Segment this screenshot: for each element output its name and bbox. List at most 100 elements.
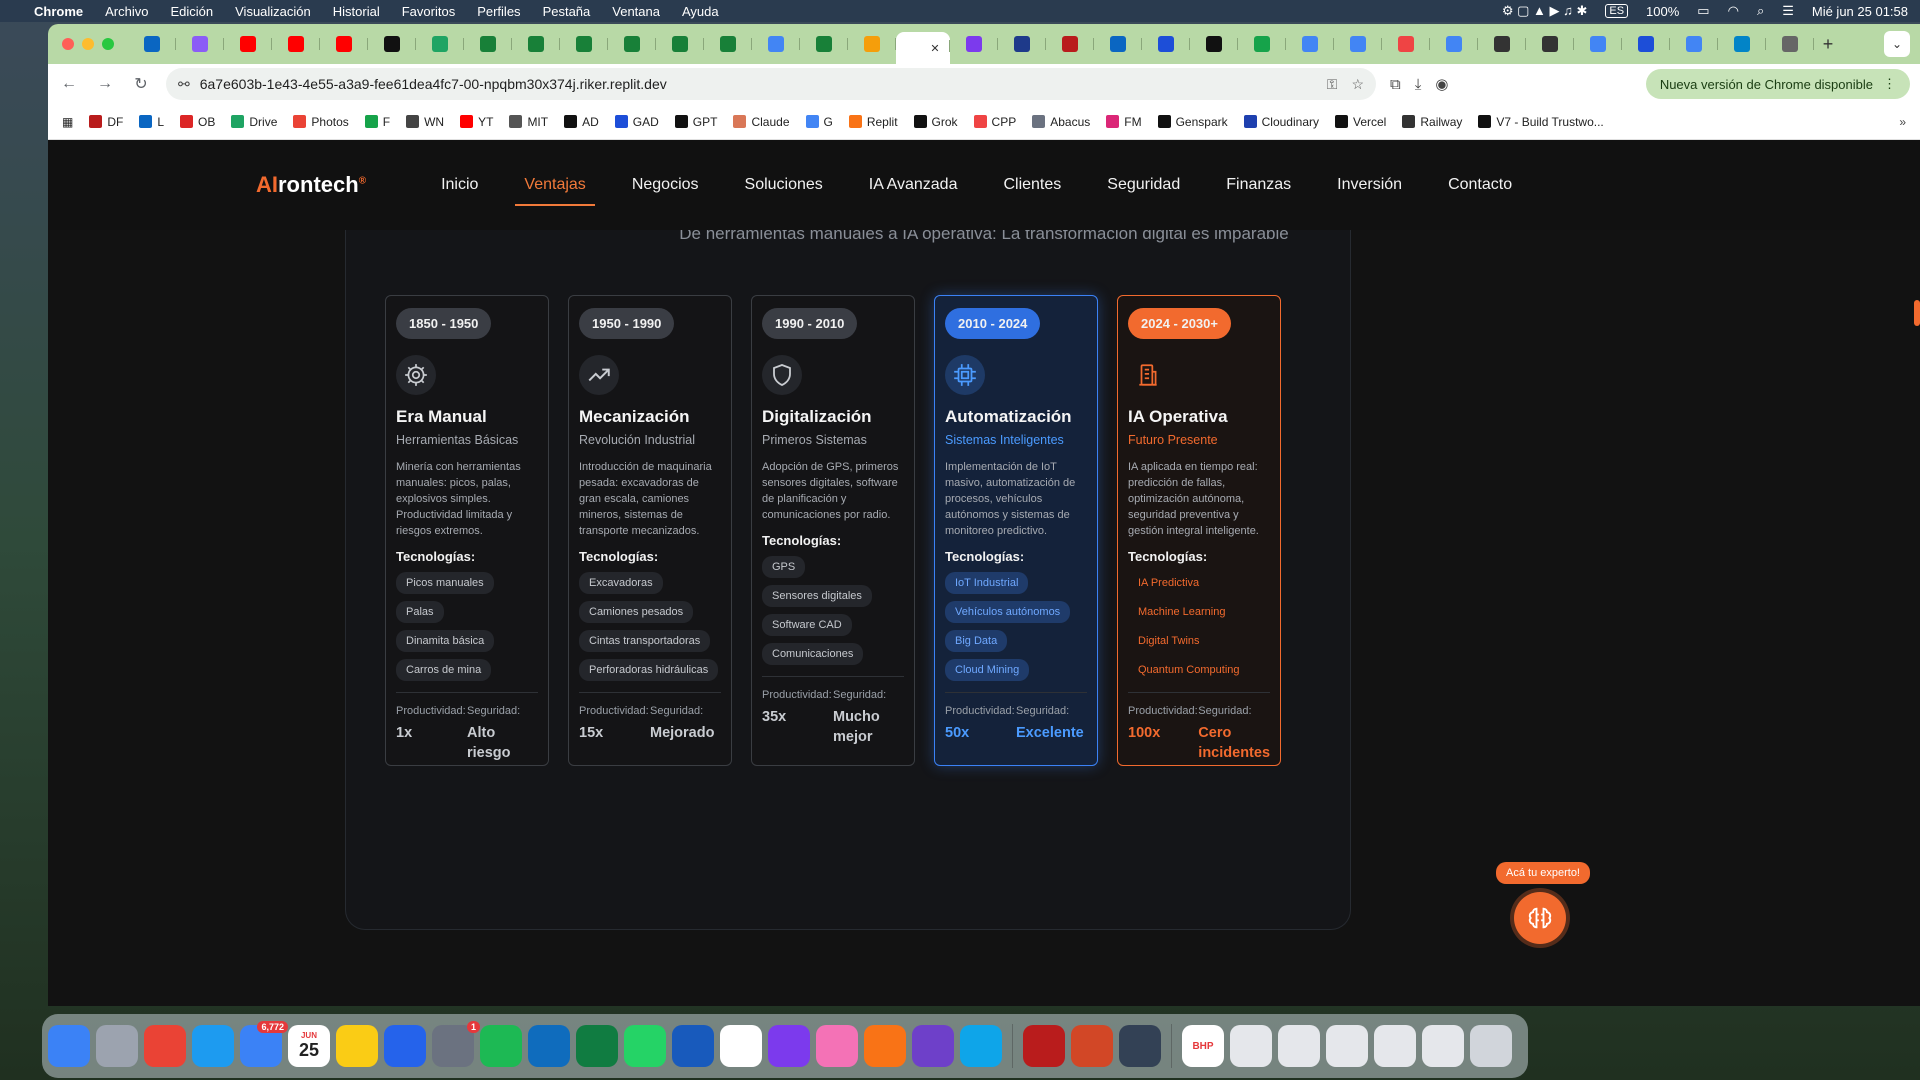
whatsapp-icon[interactable] — [624, 1025, 666, 1067]
bookmark-item[interactable]: GAD — [614, 115, 659, 129]
nav-clientes[interactable]: Clientes — [980, 140, 1084, 230]
bookmark-item[interactable]: Cloudinary — [1243, 115, 1319, 129]
battery-icon[interactable]: ▭ — [1697, 3, 1709, 19]
nav-soluciones[interactable]: Soluciones — [722, 140, 846, 230]
wifi-icon[interactable]: ◠ — [1728, 3, 1739, 19]
browser-tab[interactable] — [1382, 30, 1430, 58]
notes-icon[interactable] — [336, 1025, 378, 1067]
tab-search-button[interactable]: ⌄ — [1884, 31, 1910, 57]
download-icon[interactable]: ⤓ — [1415, 76, 1422, 93]
browser-tab[interactable] — [608, 30, 656, 58]
browser-tab[interactable] — [1430, 30, 1478, 58]
back-icon[interactable]: ← — [58, 75, 80, 93]
site-logo[interactable]: AIrontech® — [256, 172, 366, 198]
extensions-icon[interactable]: ⧉ — [1390, 76, 1401, 93]
menu-edicion[interactable]: Edición — [170, 4, 213, 19]
bookmark-item[interactable]: Railway — [1402, 115, 1462, 129]
profile-avatar[interactable]: ◉ — [1435, 75, 1448, 93]
outlook-icon[interactable] — [528, 1025, 570, 1067]
trash-icon[interactable] — [1470, 1025, 1512, 1067]
doc-icon[interactable] — [1230, 1025, 1272, 1067]
spotify-icon[interactable] — [480, 1025, 522, 1067]
forward-icon[interactable]: → — [94, 75, 116, 93]
close-window-button[interactable] — [62, 38, 74, 50]
bookmark-item[interactable]: DF — [89, 115, 123, 129]
calendar-icon[interactable]: JUN 25 — [288, 1025, 330, 1067]
bookmark-item[interactable]: GPT — [674, 115, 717, 129]
browser-tab[interactable] — [1622, 30, 1670, 58]
nav-negocios[interactable]: Negocios — [609, 140, 722, 230]
browser-tab[interactable] — [128, 30, 176, 58]
bookmark-item[interactable]: Abacus — [1032, 115, 1090, 129]
powerpoint-icon[interactable] — [1071, 1025, 1113, 1067]
browser-tab[interactable] — [1190, 30, 1238, 58]
menu-ayuda[interactable]: Ayuda — [682, 4, 719, 19]
github-icon[interactable] — [912, 1025, 954, 1067]
browser-tab[interactable] — [1718, 30, 1766, 58]
tableplus-icon[interactable] — [864, 1025, 906, 1067]
ai-assistant-button[interactable] — [1514, 892, 1566, 944]
nav-ventajas[interactable]: Ventajas — [501, 140, 608, 230]
doc-icon[interactable] — [1326, 1025, 1368, 1067]
nav-contacto[interactable]: Contacto — [1425, 140, 1535, 230]
chrome-update-button[interactable]: Nueva versión de Chrome disponible ⋮ — [1645, 69, 1910, 99]
browser-tab[interactable] — [464, 30, 512, 58]
menu-perfiles[interactable]: Perfiles — [477, 4, 520, 19]
kebab-menu-icon[interactable]: ⋮ — [1883, 76, 1896, 92]
bookmark-item[interactable]: F — [364, 115, 390, 129]
browser-tab[interactable] — [950, 30, 998, 58]
bookmark-item[interactable]: AD — [564, 115, 599, 129]
doc-icon[interactable] — [1374, 1025, 1416, 1067]
nav-ia-avanzada[interactable]: IA Avanzada — [846, 140, 981, 230]
battery-percent[interactable]: 100% — [1646, 4, 1679, 19]
browser-tab[interactable] — [1766, 30, 1814, 58]
mail-icon[interactable]: 6,772 — [240, 1021, 288, 1067]
bookmark-item[interactable]: Grok — [913, 115, 958, 129]
key-icon[interactable]: ⚿ — [1327, 76, 1338, 93]
browser-tab[interactable] — [1574, 30, 1622, 58]
menu-app-name[interactable]: Chrome — [34, 4, 83, 19]
era-card[interactable]: 1990 - 2010 Digitalización Primeros Sistem… — [751, 295, 915, 766]
obs-icon[interactable] — [768, 1025, 810, 1067]
keynote-icon[interactable] — [384, 1025, 426, 1067]
bookmark-item[interactable]: V7 - Build Trustwo... — [1478, 115, 1604, 129]
browser-tab[interactable] — [1046, 30, 1094, 58]
minimize-window-button[interactable] — [82, 38, 94, 50]
bhp-file-icon[interactable]: BHP — [1182, 1025, 1224, 1067]
nav-seguridad[interactable]: Seguridad — [1084, 140, 1203, 230]
bookmark-star-icon[interactable]: ☆ — [1351, 76, 1364, 93]
browser-tab[interactable] — [998, 30, 1046, 58]
era-card[interactable]: 2024 - 2030+ IA Operativa Futuro Presente I… — [1117, 295, 1281, 766]
url-text[interactable]: 6a7e603b-1e43-4e55-a3a9-fee61dea4fc7-00-… — [200, 76, 1313, 92]
browser-tab[interactable] — [1334, 30, 1382, 58]
doc-icon[interactable] — [1422, 1025, 1464, 1067]
scroll-indicator[interactable] — [1914, 300, 1920, 326]
menu-ventana[interactable]: Ventana — [612, 4, 660, 19]
input-language[interactable]: ES — [1605, 4, 1629, 18]
site-info-icon[interactable]: ⚯ — [178, 76, 190, 93]
apps-grid-icon[interactable]: ▦ — [62, 115, 73, 129]
bookmark-item[interactable]: G — [805, 115, 833, 129]
browser-tab[interactable] — [1286, 30, 1334, 58]
browser-tab[interactable] — [224, 30, 272, 58]
acrobat-icon[interactable] — [1023, 1025, 1065, 1067]
browser-tab[interactable] — [752, 30, 800, 58]
close-tab-icon[interactable]: ✕ — [930, 42, 939, 55]
bookmark-item[interactable]: Drive — [231, 115, 277, 129]
chrome-icon[interactable] — [144, 1025, 186, 1067]
reload-icon[interactable]: ↻ — [130, 74, 152, 94]
browser-tab[interactable] — [1142, 30, 1190, 58]
new-tab-button[interactable]: + — [1814, 34, 1842, 55]
tab-active[interactable]: ✕ — [896, 32, 950, 64]
browser-tab[interactable] — [416, 30, 464, 58]
bookmark-item[interactable]: CPP — [973, 115, 1016, 129]
expert-tooltip[interactable]: Acá tu experto! — [1496, 862, 1590, 884]
browser-tab[interactable] — [1094, 30, 1142, 58]
calendar31-icon[interactable] — [720, 1025, 762, 1067]
bookmark-item[interactable]: YT — [460, 115, 493, 129]
browser-tab[interactable] — [1526, 30, 1574, 58]
bookmark-item[interactable]: MIT — [509, 115, 548, 129]
quicktime-icon[interactable] — [1119, 1025, 1161, 1067]
menu-favoritos[interactable]: Favoritos — [402, 4, 455, 19]
browser-tab[interactable] — [656, 30, 704, 58]
